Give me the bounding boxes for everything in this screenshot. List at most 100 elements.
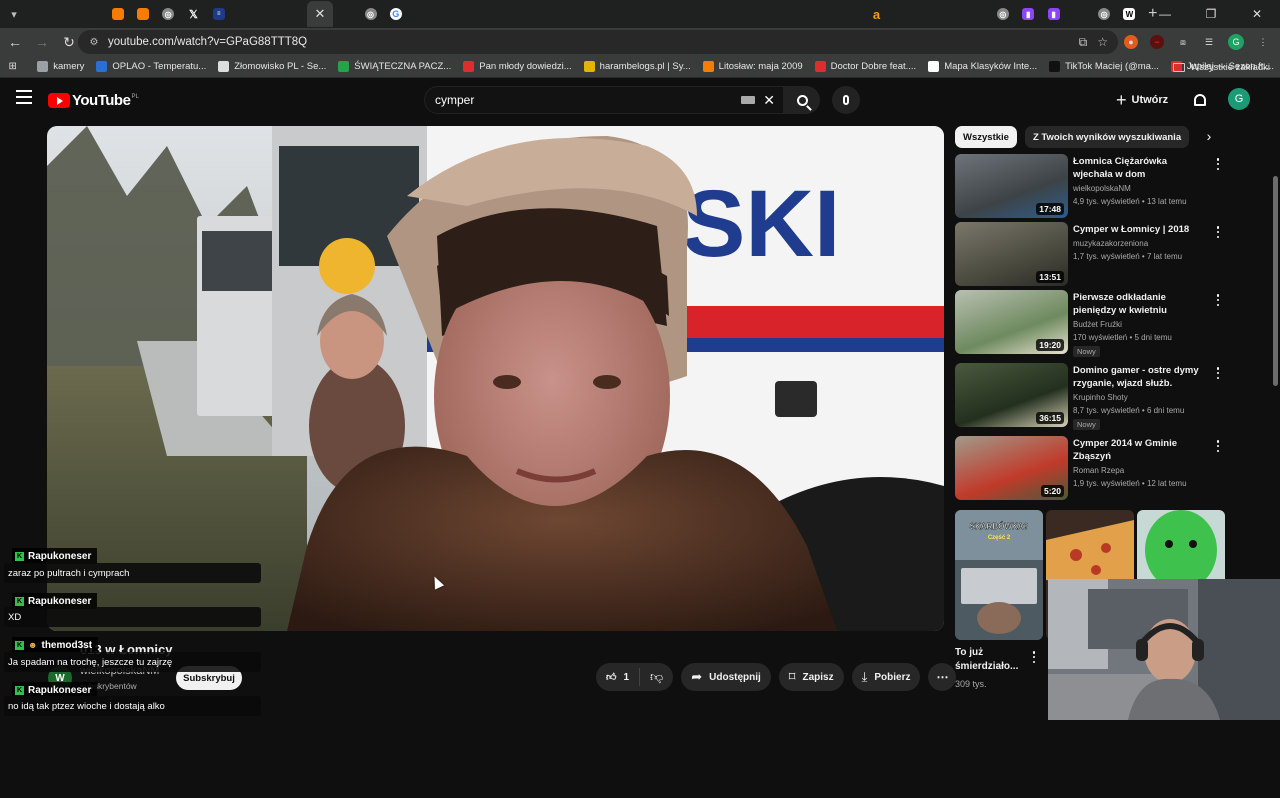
browser-tab[interactable]: ≡ — [206, 1, 231, 27]
filter-chip[interactable]: Z Twoich wyników wyszukiwania — [1024, 126, 1190, 148]
extensions-puzzle-icon[interactable]: ⧈ — [1176, 35, 1190, 49]
bookmark-star-icon[interactable]: ☆ — [1097, 35, 1108, 50]
recommendation-thumbnail[interactable]: 36:15 — [955, 363, 1068, 427]
back-icon[interactable]: ← — [3, 30, 27, 54]
browser-tab[interactable]: ◎ — [358, 1, 383, 27]
profile-avatar[interactable]: G — [1228, 34, 1244, 50]
recommendation-channel[interactable]: muzykazakorzeniona — [1073, 239, 1148, 248]
browser-tab[interactable]: ▮ — [1041, 1, 1066, 27]
recommendation-menu-icon[interactable] — [1213, 439, 1223, 453]
share-button[interactable]: ➦ Udostępnij — [681, 663, 771, 691]
video-player[interactable]: SKI — [47, 126, 944, 631]
url-text[interactable]: youtube.com/watch?v=GPaG88TTT8Q — [108, 36, 1079, 48]
browser-tab[interactable] — [0, 1, 1280, 720]
recommendation-title[interactable]: Łomnica Ciężarówka wjechała w dom — [1073, 155, 1205, 181]
browser-tab[interactable] — [0, 1, 1280, 720]
address-bar[interactable]: ⚙ youtube.com/watch?v=GPaG88TTT8Q ⧉ ☆ — [78, 30, 1118, 54]
browser-tab[interactable] — [0, 1, 1280, 720]
recommendation-title[interactable]: Cymper 2014 w Gminie Zbąszyń — [1073, 437, 1205, 463]
browser-tab[interactable] — [0, 1, 1280, 720]
browser-tab[interactable] — [0, 1, 1280, 720]
recommendation-title[interactable]: Domino gamer - ostre dymy rzyganie, wjaz… — [1073, 364, 1205, 390]
browser-tab[interactable] — [0, 1, 1280, 720]
browser-tab[interactable] — [130, 1, 155, 27]
browser-tab[interactable]: ◎ — [1091, 1, 1116, 27]
browser-tab[interactable]: ◎ — [990, 1, 1015, 27]
extension-orange-icon[interactable]: ● — [1124, 35, 1138, 49]
search-input[interactable]: cymper — [435, 93, 741, 107]
recommendation-thumbnail[interactable]: 5:20 — [955, 436, 1068, 500]
notifications-bell-icon[interactable] — [1192, 90, 1208, 106]
short-title[interactable]: To już śmierdziało... — [955, 646, 1025, 674]
browser-tab[interactable] — [0, 1, 1280, 720]
recommendation-channel[interactable]: wielkopolskaNM — [1073, 184, 1131, 193]
recommendation-channel[interactable]: Roman Rzepa — [1073, 466, 1124, 475]
browser-tab[interactable] — [0, 1, 1280, 720]
browser-tab[interactable] — [0, 1, 1280, 720]
recommendation-item[interactable]: 17:48 Łomnica Ciężarówka wjechała w dom wi… — [955, 154, 1225, 218]
browser-tab[interactable]: a — [864, 1, 889, 27]
browser-tab[interactable]: 𝕏 — [181, 1, 206, 27]
recommendation-menu-icon[interactable] — [1213, 293, 1223, 307]
browser-tab[interactable] — [0, 1, 1280, 720]
bookmark-item[interactable]: Pan młody dowiedzi... — [457, 56, 577, 78]
guide-menu-icon[interactable] — [16, 90, 32, 104]
tab-close-icon[interactable]: ✕ — [314, 6, 325, 22]
browser-tab[interactable]: G — [383, 1, 408, 27]
create-button[interactable]: + Utwórz — [1116, 88, 1168, 112]
restore-icon[interactable]: ❐ — [1188, 0, 1234, 28]
install-app-icon[interactable]: ⧉ — [1079, 35, 1088, 50]
short-thumbnail[interactable]: SKARBÓWKA? Część 2 — [955, 510, 1043, 640]
recommendation-thumbnail[interactable]: 13:51 — [955, 222, 1068, 286]
voice-search-button[interactable] — [832, 86, 860, 114]
browser-tab[interactable] — [0, 1, 1280, 720]
dislike-button[interactable]: 👎︎ — [640, 669, 673, 685]
apps-grid-icon[interactable]: ⊞ — [4, 56, 21, 78]
browser-tab[interactable] — [0, 1, 1280, 720]
browser-tab[interactable] — [0, 1, 1280, 720]
browser-tab[interactable] — [0, 1, 1280, 720]
browser-tab[interactable] — [0, 1, 1280, 720]
forward-icon[interactable]: → — [30, 30, 54, 54]
browser-tab[interactable] — [0, 1, 1280, 720]
close-window-icon[interactable]: ✕ — [1234, 0, 1280, 28]
chevron-right-icon[interactable]: › — [1198, 125, 1220, 147]
browser-tab[interactable] — [105, 1, 130, 27]
short-menu-icon[interactable] — [1029, 650, 1039, 664]
search-button[interactable] — [784, 86, 820, 114]
all-bookmarks[interactable]: Wszystkie zakładki — [1173, 56, 1270, 78]
recommendation-menu-icon[interactable] — [1213, 225, 1223, 239]
bookmark-item[interactable]: kamery — [31, 56, 90, 78]
bookmark-item[interactable]: Złomowisko PL - Se... — [212, 56, 332, 78]
minimize-icon[interactable]: — — [1142, 0, 1188, 28]
tab-search-dropdown[interactable]: ▾ — [3, 4, 25, 24]
browser-tab[interactable] — [0, 1, 1280, 720]
recommendation-title[interactable]: Pierwsze odkładanie pieniędzy w kwietniu — [1073, 291, 1205, 317]
browser-tab[interactable] — [0, 1, 1280, 720]
bookmark-item[interactable]: harambelogs.pl | Sy... — [578, 56, 697, 78]
bookmark-item[interactable]: OPLAO - Temperatu... — [90, 56, 212, 78]
recommendation-menu-icon[interactable] — [1213, 157, 1223, 171]
recommendation-item[interactable]: 5:20 Cymper 2014 w Gminie Zbąszyń Roman Rz… — [955, 436, 1225, 500]
reading-list-icon[interactable]: ☰ — [1202, 35, 1216, 49]
browser-tab[interactable]: ▮ — [1016, 1, 1041, 27]
recommendation-title[interactable]: Cymper w Łomnicy | 2018 — [1073, 223, 1205, 236]
bookmark-item[interactable]: Doctor Dobre feat.... — [809, 56, 923, 78]
browser-menu-icon[interactable]: ⋮ — [1256, 35, 1270, 49]
recommendation-thumbnail[interactable]: 17:48 — [955, 154, 1068, 218]
more-actions-button[interactable]: ⋯ — [928, 663, 957, 691]
keyboard-icon[interactable] — [741, 96, 756, 104]
browser-tab[interactable] — [0, 1, 1280, 720]
browser-tab[interactable] — [0, 1, 1280, 720]
recommendation-menu-icon[interactable] — [1213, 366, 1223, 380]
browser-tab[interactable] — [0, 1, 1280, 720]
clear-search-icon[interactable]: ✕ — [763, 92, 775, 109]
browser-tab[interactable] — [0, 1, 1280, 720]
browser-tab[interactable] — [0, 1, 1280, 720]
like-button[interactable]: 👍︎ 1 — [596, 668, 641, 686]
browser-tab[interactable] — [0, 1, 1280, 720]
browser-tab[interactable]: ◎ — [155, 1, 180, 27]
recommendation-item[interactable]: 13:51 Cymper w Łomnicy | 2018 muzykazakorz… — [955, 222, 1225, 286]
save-button[interactable]: ⌑ Zapisz — [778, 663, 844, 691]
youtube-logo[interactable]: YouTube PL — [48, 92, 139, 109]
